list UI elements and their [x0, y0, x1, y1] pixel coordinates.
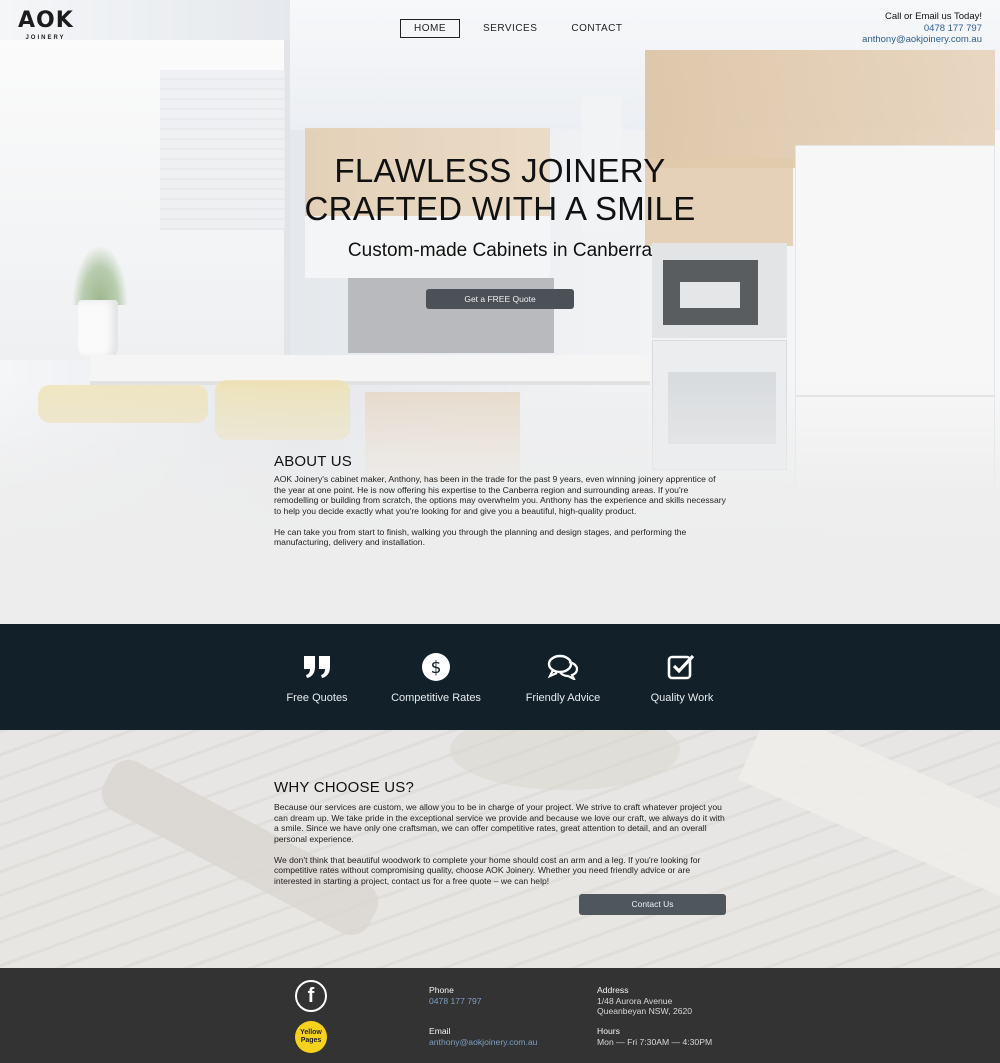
features-band: Free Quotes $ Competitive Rates Friendly…	[0, 624, 1000, 730]
footer-address-line: Queanbeyan NSW, 2620	[597, 1006, 693, 1016]
footer-email-link[interactable]: anthony@aokjoinery.com.au	[429, 1037, 537, 1048]
yellow-pages-icon[interactable]: Yellow Pages	[295, 1021, 327, 1053]
feature-friendly-advice: Friendly Advice	[503, 650, 623, 704]
contact-us-button[interactable]: Contact Us	[579, 894, 726, 915]
footer-email-label: Email	[429, 1026, 451, 1036]
header-contact: Call or Email us Today! 0478 177 797 ant…	[862, 11, 982, 46]
feature-quality-work: Quality Work	[622, 650, 742, 704]
microwave-window	[680, 282, 740, 308]
hero-title: FLAWLESS JOINERY CRAFTED WITH A SMILE	[0, 152, 1000, 228]
about-paragraph: AOK Joinery's cabinet maker, Anthony, ha…	[274, 474, 726, 516]
footer-address-line: 1/48 Aurora Avenue	[597, 995, 673, 1006]
logo-sub: JOINERY	[25, 35, 66, 41]
get-quote-button[interactable]: Get a FREE Quote	[426, 289, 574, 309]
footer-phone-label: Phone	[429, 985, 454, 995]
feature-label: Free Quotes	[286, 692, 348, 704]
header-phone-link[interactable]: 0478 177 797	[862, 23, 982, 35]
site-logo[interactable]: AOK JOINERY	[18, 10, 73, 46]
feature-label: Quality Work	[650, 692, 714, 704]
feature-label: Competitive Rates	[391, 692, 481, 704]
nav-contact[interactable]: CONTACT	[560, 19, 633, 38]
footer-address-label: Address	[597, 985, 629, 995]
about-section: ABOUT US AOK Joinery's cabinet maker, An…	[274, 453, 726, 548]
feature-competitive-rates: $ Competitive Rates	[376, 650, 496, 704]
why-section: WHY CHOOSE US? Because our services are …	[274, 779, 726, 887]
facebook-icon[interactable]: f	[295, 980, 327, 1012]
hero-subtitle: Custom-made Cabinets in Canberra	[347, 240, 653, 261]
feature-label: Friendly Advice	[525, 692, 601, 704]
why-paragraph: We don't think that beautiful woodwork t…	[274, 854, 701, 887]
feature-free-quotes: Free Quotes	[257, 650, 377, 704]
nav-services[interactable]: SERVICES	[472, 19, 548, 38]
svg-text:$: $	[431, 658, 442, 678]
checkbox-icon	[622, 650, 742, 684]
footer-phone: Phone 0478 177 797	[429, 985, 482, 1006]
hero-title-line2: CRAFTED WITH A SMILE	[304, 190, 696, 227]
header-email-link[interactable]: anthony@aokjoinery.com.au	[862, 34, 982, 46]
about-heading: ABOUT US	[274, 453, 353, 470]
footer-hours: Hours Mon — Fri 7:30AM — 4:30PM	[597, 1026, 712, 1047]
why-paragraph: Because our services are custom, we allo…	[274, 802, 725, 844]
chat-icon	[503, 650, 623, 684]
logo-mark: AOK	[18, 8, 74, 33]
footer-email: Email anthony@aokjoinery.com.au	[429, 1026, 537, 1047]
nav-home[interactable]: HOME	[400, 19, 460, 38]
dollar-icon: $	[376, 650, 496, 684]
main-nav: HOME SERVICES CONTACT	[400, 19, 633, 38]
footer-address: Address 1/48 Aurora Avenue Queanbeyan NS…	[597, 985, 692, 1017]
plant-pot	[78, 300, 118, 358]
hero-title-line1: FLAWLESS JOINERY	[334, 152, 666, 189]
about-paragraph: He can take you from start to finish, wa…	[274, 526, 687, 548]
footer-hours-value: Mon — Fri 7:30AM — 4:30PM	[597, 1036, 713, 1047]
footer-hours-label: Hours	[597, 1026, 620, 1036]
footer: f Yellow Pages Phone 0478 177 797 Email …	[0, 968, 1000, 1063]
header-contact-label: Call or Email us Today!	[885, 11, 982, 22]
why-heading: WHY CHOOSE US?	[274, 779, 415, 796]
quote-icon	[257, 650, 377, 684]
footer-phone-link[interactable]: 0478 177 797	[429, 996, 482, 1007]
